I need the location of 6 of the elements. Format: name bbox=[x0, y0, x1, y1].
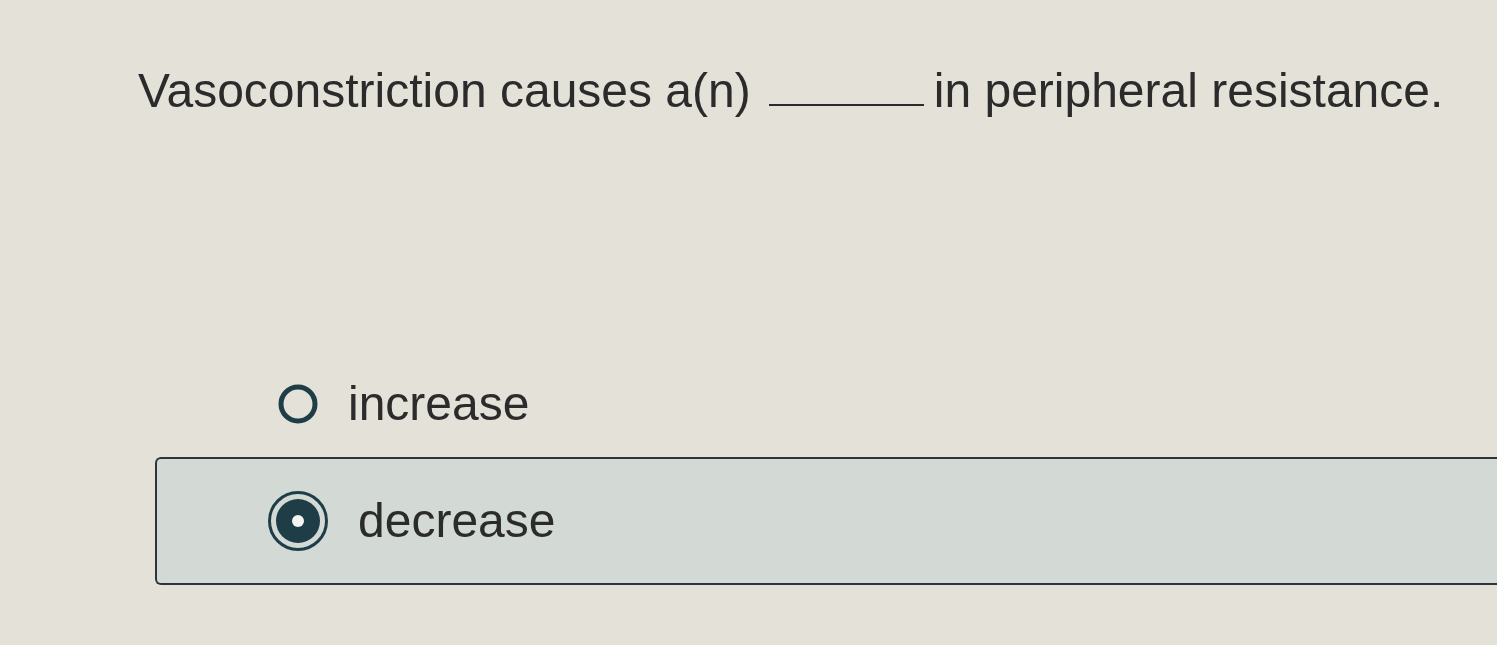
question-text: in peripheral resistance. bbox=[933, 63, 1444, 119]
question-text: Vasoconstriction causes a(n) bbox=[138, 63, 751, 119]
answer-option[interactable]: increase bbox=[278, 367, 530, 441]
radio-button[interactable] bbox=[268, 491, 328, 551]
radio-button[interactable] bbox=[278, 384, 318, 424]
answer-option[interactable]: decrease bbox=[155, 457, 1497, 585]
